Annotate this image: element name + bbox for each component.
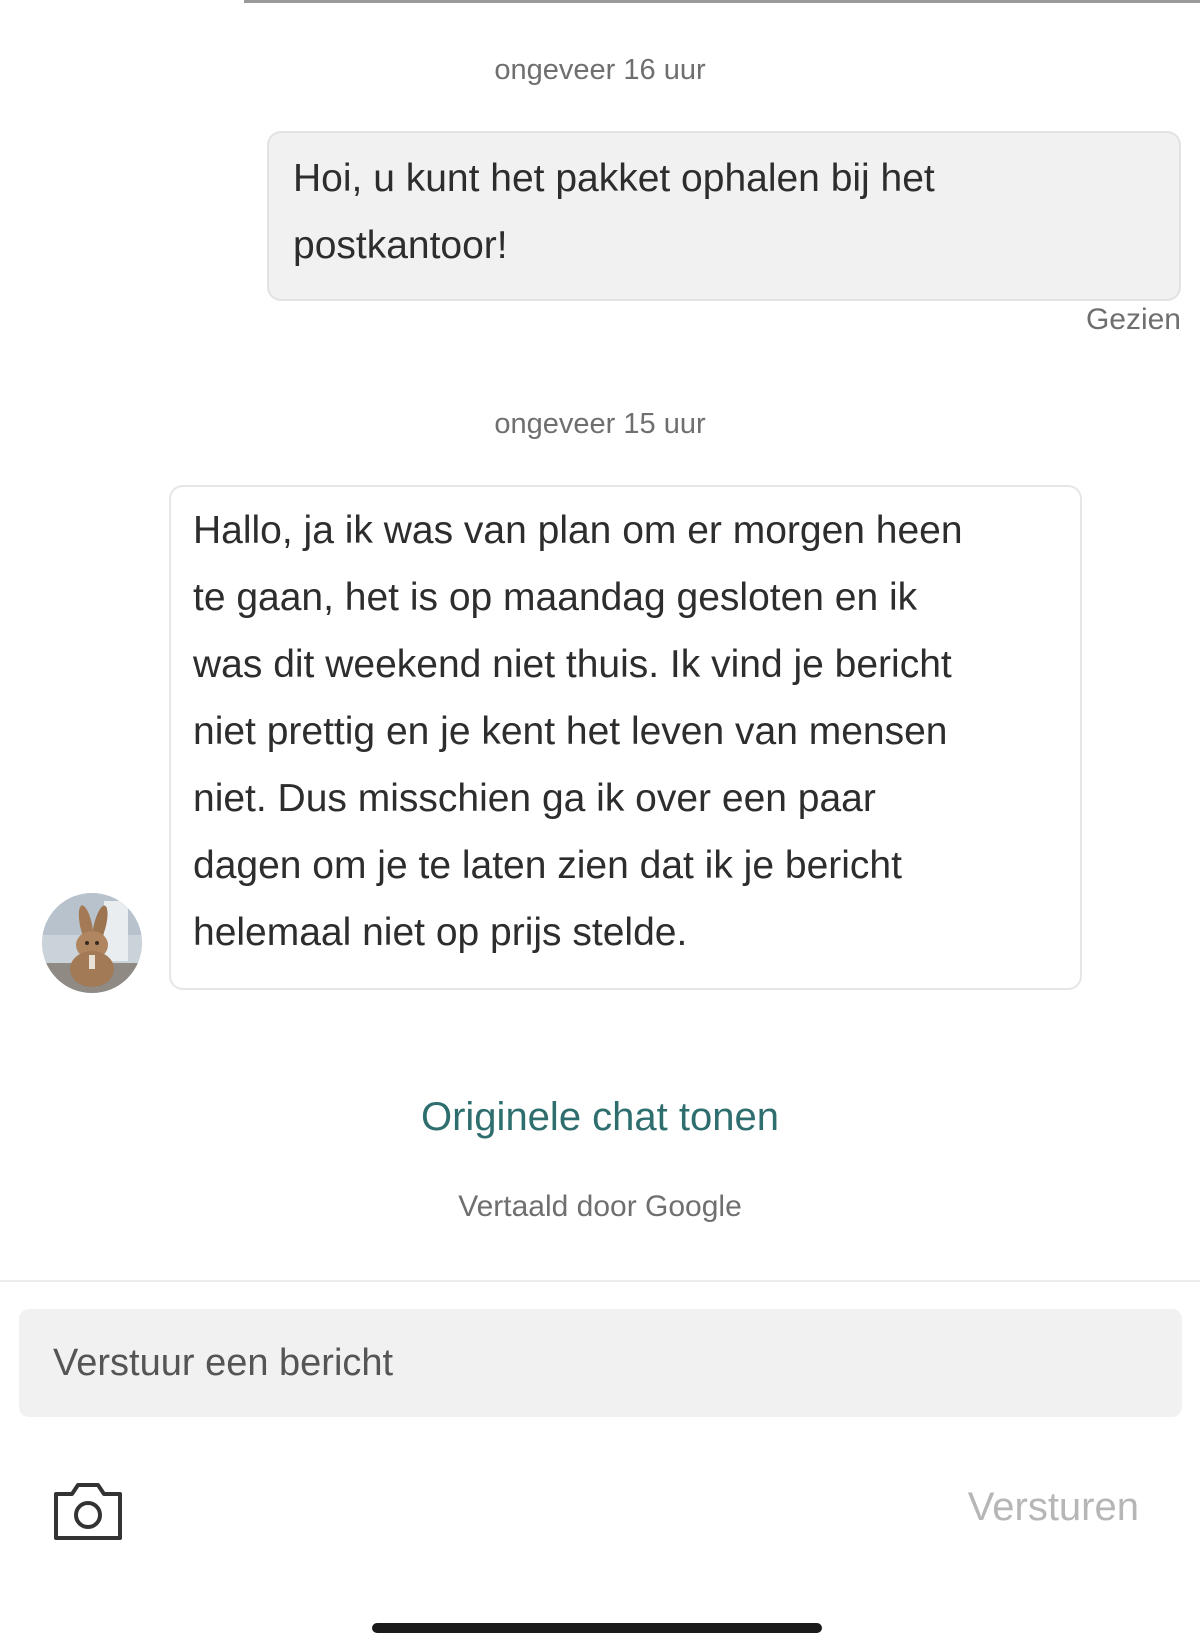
- top-divider: [244, 0, 1200, 3]
- message-line: postkantoor!: [293, 224, 508, 267]
- outgoing-message-bubble[interactable]: Hoi, u kunt het pakket ophalen bij het p…: [267, 131, 1181, 301]
- message-line: niet prettig en je kent het leven van me…: [193, 710, 948, 753]
- message-timestamp: ongeveer 15 uur: [494, 408, 706, 440]
- incoming-message-bubble[interactable]: Hallo, ja ik was van plan om er morgen h…: [169, 485, 1082, 990]
- message-line: niet. Dus misschien ga ik over een paar: [193, 777, 876, 820]
- message-line: te gaan, het is op maandag gesloten en i…: [193, 576, 918, 619]
- composer-divider: [0, 1280, 1200, 1282]
- plush-bunny-avatar-icon: [42, 893, 142, 993]
- show-original-chat-link[interactable]: Originele chat tonen: [0, 1095, 1200, 1140]
- message-line: Hoi, u kunt het pakket ophalen bij het: [293, 157, 935, 200]
- message-line: dagen om je te laten zien dat ik je beri…: [193, 844, 902, 887]
- message-timestamp: ongeveer 16 uur: [494, 54, 706, 86]
- camera-icon: [54, 1483, 122, 1540]
- translated-by-label: Vertaald door Google: [458, 1190, 742, 1223]
- message-line: helemaal niet op prijs stelde.: [193, 911, 688, 954]
- camera-button[interactable]: [52, 1480, 124, 1542]
- message-line: Hallo, ja ik was van plan om er morgen h…: [193, 509, 963, 552]
- message-line: was dit weekend niet thuis. Ik vind je b…: [193, 643, 952, 686]
- message-input[interactable]: [19, 1309, 1182, 1417]
- seen-status: Gezien: [1085, 303, 1181, 336]
- home-indicator: [372, 1623, 822, 1633]
- send-button[interactable]: Versturen: [968, 1485, 1139, 1530]
- avatar[interactable]: [42, 893, 142, 993]
